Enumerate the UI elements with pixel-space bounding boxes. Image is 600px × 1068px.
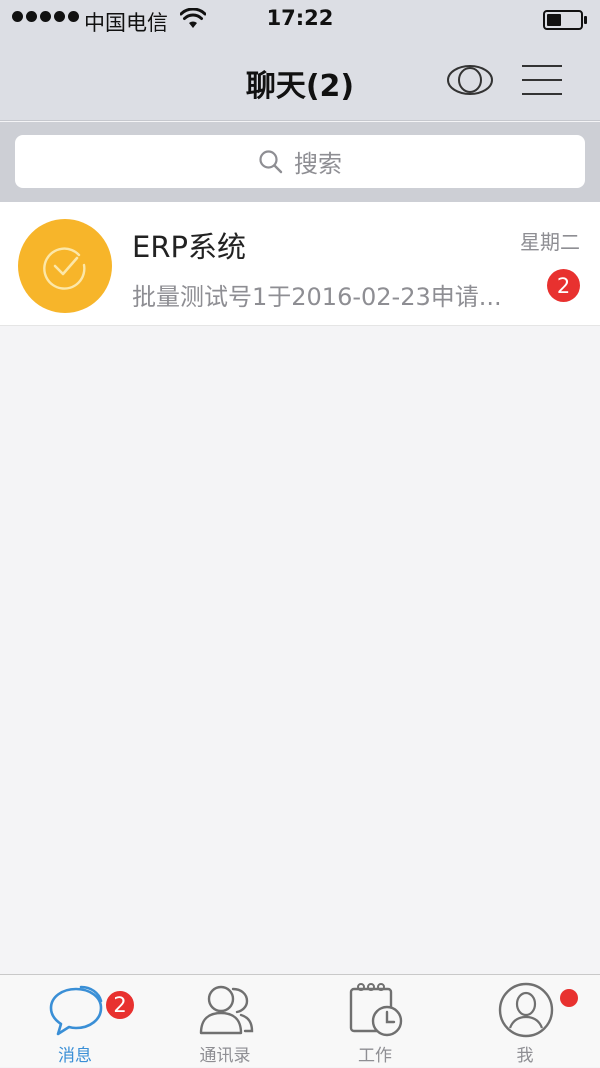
- search-area: 搜索: [0, 122, 600, 202]
- avatar: [18, 219, 112, 313]
- notification-dot: [560, 989, 578, 1007]
- search-placeholder: 搜索: [294, 150, 342, 178]
- chat-list-item[interactable]: ERP系统 批量测试号1于2016-02-23申请... 星期二 2: [0, 202, 600, 326]
- menu-icon[interactable]: [520, 60, 564, 100]
- chat-list: ERP系统 批量测试号1于2016-02-23申请... 星期二 2: [0, 202, 600, 326]
- chat-preview: 批量测试号1于2016-02-23申请...: [132, 283, 502, 311]
- tab-messages[interactable]: 2 消息: [0, 975, 150, 1068]
- tab-contacts[interactable]: 通讯录: [150, 975, 300, 1068]
- page-title: 聊天(2): [245, 69, 355, 104]
- chat-name: ERP系统: [132, 230, 246, 264]
- status-time: 17:22: [266, 6, 334, 30]
- calendar-clock-icon: [349, 983, 403, 1037]
- tab-label: 消息: [58, 1046, 92, 1066]
- contacts-icon: [199, 985, 254, 1035]
- tab-bar: 2 消息 通讯录 工作 我: [0, 974, 600, 1067]
- tab-label: 我: [516, 1046, 534, 1066]
- user-profile-icon: [498, 982, 554, 1038]
- eye-icon[interactable]: [444, 60, 496, 100]
- chat-time: 星期二: [520, 230, 580, 254]
- tab-label: 通讯录: [199, 1046, 251, 1066]
- tab-work[interactable]: 工作: [300, 975, 450, 1068]
- battery-icon: [543, 10, 587, 30]
- tab-label: 工作: [358, 1046, 392, 1066]
- search-input[interactable]: 搜索: [15, 135, 585, 188]
- status-bar: 中国电信 17:22: [0, 0, 600, 40]
- tab-badge: 2: [104, 989, 136, 1021]
- unread-badge: 2: [547, 269, 580, 302]
- search-icon: [259, 149, 283, 173]
- check-circle-icon: [43, 247, 86, 290]
- chat-bubble-icon: [49, 985, 103, 1036]
- navigation-bar: 聊天(2): [0, 40, 600, 121]
- tab-me[interactable]: 我: [450, 975, 600, 1068]
